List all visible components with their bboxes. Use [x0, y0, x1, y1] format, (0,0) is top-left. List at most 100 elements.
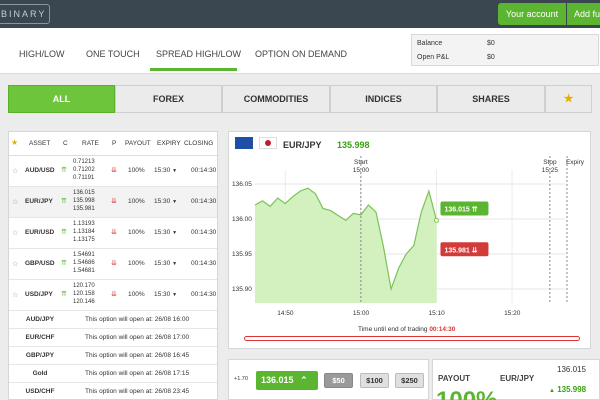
chart-panel: EUR/JPY 135.998 136.05 136.00 135.95 135.90…: [228, 131, 591, 349]
col-expiry: EXPIRY: [157, 140, 181, 147]
asset-rates: 136.015 135.998 135.981: [73, 189, 95, 213]
col-call: C: [63, 140, 68, 147]
balance-box: Balance $0 Open P&L $0: [411, 34, 599, 66]
tab-commodities[interactable]: COMMODITIES: [222, 85, 330, 113]
col-asset: ASSET: [29, 140, 51, 147]
star-outline-icon[interactable]: ☆: [12, 291, 18, 299]
rate-low: 135.981: [73, 206, 95, 212]
open-pnl-label: Open P&L: [417, 54, 450, 61]
expiry-select[interactable]: 15:30 ▼: [154, 167, 177, 174]
eu-flag-icon: [235, 137, 253, 149]
asset-closing: 00:14:30: [191, 260, 217, 267]
add-funds-button[interactable]: Add fu: [567, 3, 600, 25]
tab-spread-high-low[interactable]: SPREAD HIGH/LOW: [156, 49, 241, 59]
rate-low: 1.54681: [73, 268, 95, 274]
start-time: 15:00: [353, 167, 370, 174]
payout-pair: EUR/JPY: [500, 374, 535, 383]
rate-mid: 120.158: [73, 291, 95, 297]
your-account-button[interactable]: Your account: [498, 3, 566, 25]
chart-pair-price: 135.998: [337, 140, 370, 150]
expiry-select[interactable]: 15:30 ▼: [154, 260, 177, 267]
put-arrow-icon[interactable]: ⇊: [111, 259, 117, 267]
upcoming-asset-name: AUD/JPY: [25, 316, 55, 323]
upcoming-asset-name: USD/CHF: [25, 388, 55, 395]
payout-current-value: 135.998: [557, 385, 587, 394]
expiry-value: 15:30: [154, 167, 171, 174]
asset-row[interactable]: ☆ GBP/USD ⇈ 1.54691 1.54686 1.54681 ⇊ 100% 15:30…: [9, 249, 217, 280]
payout-panel: PAYOUT EUR/JPY 136.015 ▲ 135.998 100%: [432, 359, 600, 400]
put-arrow-icon[interactable]: ⇊: [111, 197, 117, 205]
tab-high-low[interactable]: HIGH/LOW: [19, 49, 65, 59]
chevron-up-icon: ⌃: [300, 375, 308, 385]
asset-closing: 00:14:30: [191, 167, 217, 174]
time-until-end: Time until end of trading 00:14:30: [358, 326, 455, 333]
high-price-label: 136.015 ⇈: [444, 206, 477, 214]
tab-option-on-demand[interactable]: OPTION ON DEMAND: [255, 49, 347, 59]
star-outline-icon[interactable]: ☆: [12, 167, 18, 175]
upcoming-asset-name: GBP/JPY: [25, 352, 55, 359]
rate-mid: 1.13184: [73, 229, 95, 235]
col-rate: RATE: [82, 140, 99, 147]
stop-time: 15:25: [542, 167, 559, 174]
amount-50-button[interactable]: $50: [324, 373, 353, 388]
put-arrow-icon[interactable]: ⇊: [111, 166, 117, 174]
put-arrow-icon[interactable]: ⇊: [111, 228, 117, 236]
asset-payout: 100%: [128, 291, 145, 298]
upcoming-message: This option will open at: 26/08 16:45: [85, 352, 190, 359]
asset-name: AUD/USD: [25, 167, 55, 174]
expiry-value: 15:30: [154, 260, 171, 267]
upcoming-row: EUR/CHF This option will open at: 26/08 1…: [9, 329, 217, 347]
expiry-select[interactable]: 15:30 ▼: [154, 229, 177, 236]
upcoming-asset-name: EUR/CHF: [25, 334, 55, 341]
star-outline-icon[interactable]: ☆: [12, 229, 18, 237]
japan-flag-icon: [259, 137, 277, 149]
x-tick-label: 15:20: [504, 310, 521, 317]
tab-indices[interactable]: INDICES: [330, 85, 437, 113]
call-arrow-icon[interactable]: ⇈: [61, 290, 67, 298]
caret-down-icon: ▼: [172, 168, 178, 174]
category-tabs: ALL FOREX COMMODITIES INDICES SHARES ★: [8, 85, 600, 113]
logo[interactable]: BINARY: [0, 4, 50, 24]
asset-name: GBP/USD: [25, 260, 55, 267]
tab-shares[interactable]: SHARES: [437, 85, 545, 113]
star-outline-icon[interactable]: ☆: [12, 198, 18, 206]
y-tick-label: 135.95: [232, 251, 252, 258]
call-arrow-icon[interactable]: ⇈: [61, 259, 67, 267]
upcoming-message: This option will open at: 26/08 16:00: [85, 316, 190, 323]
trade-panel: +1.70 136.015 ⌃ $50 $100 $250: [228, 359, 429, 400]
expiry-select[interactable]: 15:30 ▼: [154, 198, 177, 205]
tab-all[interactable]: ALL: [8, 85, 115, 113]
asset-row[interactable]: ☆ EUR/JPY ⇈ 136.015 135.998 135.981 ⇊ 100% 15:30…: [9, 187, 217, 218]
rate-low: 0.71191: [73, 175, 95, 181]
rate-high: 0.71213: [73, 159, 95, 165]
amount-100-button[interactable]: $100: [360, 373, 389, 388]
star-outline-icon[interactable]: ☆: [12, 260, 18, 268]
price-chart[interactable]: 136.05 136.00 135.95 135.90 14:50 15:00 15:10 1…: [229, 156, 590, 326]
upcoming-asset-name: Gold: [32, 370, 48, 377]
chart-pair-name: EUR/JPY: [283, 140, 322, 150]
y-tick-label: 135.90: [232, 286, 252, 293]
asset-row[interactable]: ☆ EUR/USD ⇈ 1.13193 1.13184 1.13175 ⇊ 100% 15:30…: [9, 218, 217, 249]
asset-row[interactable]: ☆ USD/JPY ⇈ 120.170 120.158 120.146 ⇊ 100% 15:30…: [9, 280, 217, 311]
asset-closing: 00:14:30: [191, 198, 217, 205]
asset-row[interactable]: ☆ AUD/USD ⇈ 0.71213 0.71202 0.71191 ⇊ 100% 15:30…: [9, 156, 217, 187]
call-arrow-icon[interactable]: ⇈: [61, 166, 67, 174]
put-arrow-icon[interactable]: ⇊: [111, 290, 117, 298]
tab-one-touch[interactable]: ONE TOUCH: [86, 49, 140, 59]
upcoming-message: This option will open at: 26/08 17:00: [85, 334, 190, 341]
expiry-select[interactable]: 15:30 ▼: [154, 291, 177, 298]
asset-list-panel: ★ ASSET C RATE P PAYOUT EXPIRY CLOSING ☆…: [8, 131, 219, 400]
amount-250-button[interactable]: $250: [395, 373, 424, 388]
col-put: P: [112, 140, 117, 147]
caret-down-icon: ▼: [172, 230, 178, 236]
rate-high: 136.015: [73, 190, 95, 196]
tab-forex[interactable]: FOREX: [115, 85, 222, 113]
upcoming-message: This option will open at: 26/08 23:45: [85, 388, 190, 395]
arrow-up-icon: ▲: [549, 388, 555, 394]
balance-label: Balance: [417, 40, 443, 47]
tab-favorites[interactable]: ★: [545, 85, 592, 113]
upcoming-row: GBP/JPY This option will open at: 26/08 1…: [9, 347, 217, 365]
call-arrow-icon[interactable]: ⇈: [61, 228, 67, 236]
call-button[interactable]: 136.015 ⌃: [256, 371, 318, 390]
call-arrow-icon[interactable]: ⇈: [61, 197, 67, 205]
